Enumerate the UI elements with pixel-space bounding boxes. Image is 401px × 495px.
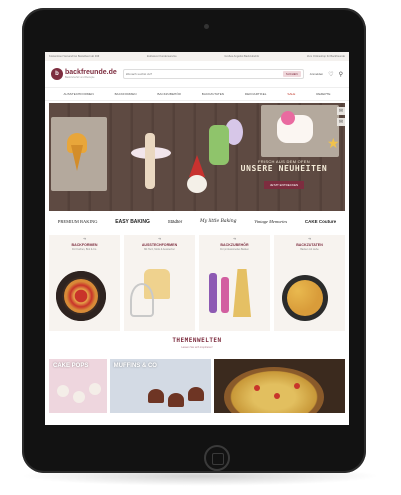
gnome-hat-image [189, 155, 205, 177]
spatula-image [209, 273, 217, 313]
cake-pop-image [57, 385, 69, 397]
account-link[interactable]: Anmelden [310, 72, 324, 76]
search-bar: SUCHEN [122, 69, 304, 79]
cake-pop-image [73, 391, 85, 403]
brand-logo-cake-couture[interactable]: CAKE Couture [305, 219, 336, 225]
brand-logo-vintage-memories[interactable]: Vintage Memories [254, 219, 287, 225]
front-camera [204, 24, 209, 29]
nav-item-dekoartikel[interactable]: DEKOARTIKEL [245, 92, 267, 96]
logo-text: backfreunde.de [65, 69, 117, 76]
brand-strip: PREMIUM BAKING EASY BAKING Städter My li… [45, 211, 349, 233]
category-title: BACKFORMEN [71, 243, 98, 247]
cake-pop-image [89, 383, 101, 395]
header-actions: Anmelden ♡ ⚲ [310, 71, 343, 78]
theme-tile-tart[interactable] [213, 359, 345, 413]
brand-logo-easy-baking[interactable]: EASY BAKING [115, 219, 150, 225]
arrow-down-icon: ➜ [307, 236, 312, 241]
category-tile-backformen[interactable]: ➜ BACKFORMEN Für Kuchen, Brot & Co. [49, 235, 120, 331]
nav-item-rezepte[interactable]: REZEPTE [316, 92, 330, 96]
themenwelten-title: THEMENWELTEN [172, 337, 222, 344]
mail-icon[interactable]: ✉ [337, 118, 345, 126]
cart-icon[interactable]: ⚲ [339, 71, 343, 78]
theme-tile-label: MUFFINS & CO [113, 363, 157, 369]
topbar-offer-text: Großes Angebot Backzubehör [224, 55, 260, 58]
unicorn-mane-image [281, 111, 295, 125]
sprinkles-bowl-image [282, 275, 328, 321]
hero-cta-button[interactable]: JETZT ENTDECKEN [263, 181, 305, 189]
home-button[interactable] [204, 445, 230, 471]
themenwelten-link[interactable]: Lassen Sie sich inspirieren! [45, 346, 349, 349]
category-tile-backzubehoer[interactable]: ➜ BACKZUBEHÖR Für professionelles Backen [199, 235, 270, 331]
category-subtitle: Mit Herz, Motiv & Ausstecher [144, 248, 175, 251]
side-tabs: ✉ ✉ [337, 107, 345, 126]
category-subtitle: Backen mit Liebe [300, 248, 319, 251]
themenwelten-section: THEMENWELTEN Lassen Sie sich inspirieren… [45, 331, 349, 357]
category-title: AUSSTECHFORMEN [141, 243, 178, 247]
logo-icon: b [51, 68, 63, 80]
search-input[interactable] [125, 71, 281, 77]
brand-logo-premium-baking[interactable]: PREMIUM BAKING [58, 219, 98, 225]
nav-item-sale[interactable]: SALE [287, 92, 295, 96]
star-cookie-icon: ★ [327, 135, 340, 151]
theme-world-tiles: CAKE POPS MUFFINS & CO [45, 357, 349, 413]
topbar-service-text: Exklusiver Kundenservice [146, 55, 177, 58]
muffin-image [147, 389, 164, 403]
topbar-shipping-text: Kostenloser Versand bei Bestellwert ab 4… [49, 55, 100, 58]
ballerina-cookie-image [145, 133, 155, 189]
main-nav: AUSSTECHFORMEN BACKFORMEN BACKZUBEHÖR BA… [45, 88, 349, 101]
pie-image [56, 271, 106, 321]
theme-tile-label: CAKE POPS [53, 363, 89, 369]
nav-item-ausstechformen[interactable]: AUSSTECHFORMEN [63, 92, 93, 96]
nav-item-backzubehoer[interactable]: BACKZUBEHÖR [157, 92, 181, 96]
hero-banner[interactable]: ★ FRISCH AUS DEM OFEN UNSERE NEUHEITEN J… [49, 103, 345, 211]
category-tiles: ➜ BACKFORMEN Für Kuchen, Brot & Co. ➜ AU… [45, 233, 349, 331]
category-tile-backzutaten[interactable]: ➜ BACKZUTATEN Backen mit Liebe [274, 235, 345, 331]
category-title: BACKZUBEHÖR [220, 243, 249, 247]
hero-text-block: FRISCH AUS DEM OFEN UNSERE NEUHEITEN JET… [224, 159, 344, 191]
piping-bag-image [233, 269, 251, 317]
muffin-image [167, 393, 184, 407]
tomato-topping [293, 383, 300, 389]
arrow-down-icon: ➜ [82, 236, 87, 241]
info-topbar: Kostenloser Versand bei Bestellwert ab 4… [45, 52, 349, 61]
category-subtitle: Für professionelles Backen [220, 248, 249, 251]
muffin-image [187, 387, 204, 401]
tomato-topping [273, 393, 280, 399]
brush-image [221, 277, 229, 313]
cupcake-cutter-image [130, 283, 154, 317]
site-header: b backfreunde.de Backzubehör und Rezepte… [45, 61, 349, 88]
theme-tile-cake-pops[interactable]: CAKE POPS [49, 359, 107, 413]
category-tile-ausstechformen[interactable]: ➜ AUSSTECHFORMEN Mit Herz, Motiv & Ausst… [124, 235, 195, 331]
tomato-topping [253, 385, 260, 391]
search-button[interactable]: SUCHEN [282, 71, 301, 77]
tablet-screen: Kostenloser Versand bei Bestellwert ab 4… [45, 52, 349, 425]
arrow-down-icon: ➜ [232, 236, 237, 241]
heart-icon[interactable]: ♡ [328, 71, 333, 78]
nav-item-backformen[interactable]: BACKFORMEN [115, 92, 137, 96]
tart-image [223, 367, 324, 413]
arrow-down-icon: ➜ [157, 236, 162, 241]
nav-item-backzutaten[interactable]: BACKZUTATEN [202, 92, 224, 96]
gnome-beard-image [187, 175, 207, 193]
site-logo[interactable]: b backfreunde.de Backzubehör und Rezepte [51, 68, 117, 80]
topbar-shop-link[interactable]: Zum Onlineshop für Backfreunde [307, 55, 345, 58]
chat-icon[interactable]: ✉ [337, 107, 345, 115]
brand-logo-my-little-baking[interactable]: My little Baking [200, 219, 237, 225]
theme-tile-muffins[interactable]: MUFFINS & CO [109, 359, 211, 413]
brand-logo-staedter[interactable]: Städter [168, 219, 183, 225]
category-title: BACKZUTATEN [296, 243, 323, 247]
hero-title: UNSERE NEUHEITEN [240, 164, 328, 173]
logo-subtitle: Backzubehör und Rezepte [65, 76, 95, 79]
category-subtitle: Für Kuchen, Brot & Co. [72, 248, 97, 251]
